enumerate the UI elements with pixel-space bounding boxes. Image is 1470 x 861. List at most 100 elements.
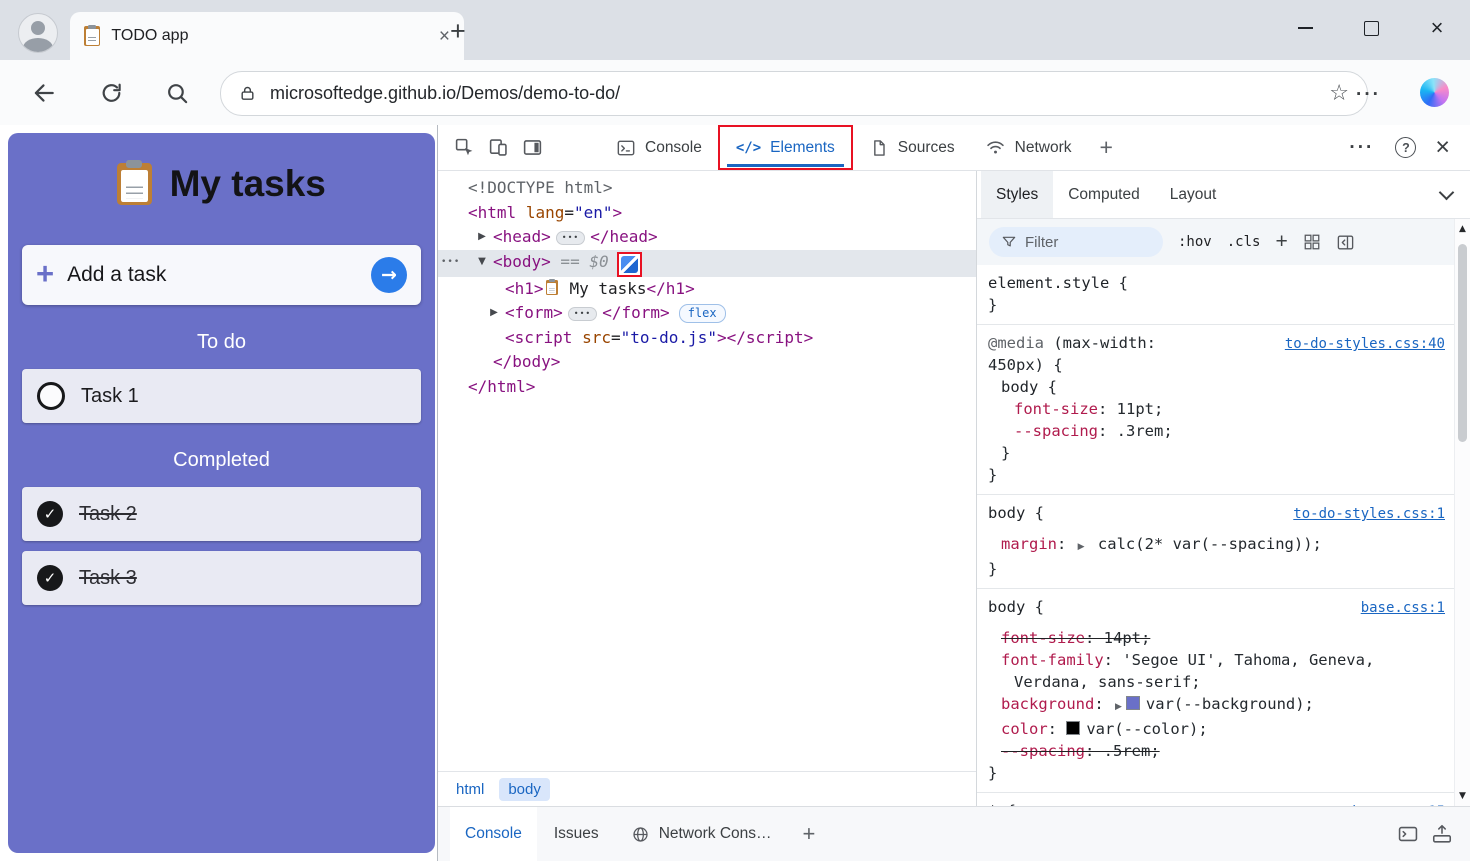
back-button[interactable] <box>30 79 58 107</box>
css-declaration-line[interactable]: Verdana, sans-serif; <box>988 671 1443 693</box>
stylesheet-link[interactable]: base.css:1 <box>1361 597 1445 619</box>
css-declaration-line[interactable]: } <box>988 558 1443 580</box>
devtools-menu-icon[interactable]: ··· <box>1339 137 1384 159</box>
inspect-element-button[interactable] <box>448 132 480 164</box>
css-declaration-line[interactable]: body { <box>988 376 1443 398</box>
grid-overlay-icon[interactable] <box>1303 233 1321 251</box>
minimize-button[interactable] <box>1272 0 1338 56</box>
flex-badge[interactable]: flex <box>679 304 726 323</box>
sidebar-toggle-icon[interactable] <box>1336 233 1355 252</box>
tab-sources[interactable]: Sources <box>855 125 969 170</box>
device-emulation-button[interactable] <box>482 132 514 164</box>
css-declaration-line[interactable]: 450px) { <box>988 354 1443 376</box>
css-declaration-line[interactable]: } <box>988 464 1443 486</box>
disclosure-down-icon[interactable]: ▼ <box>474 250 490 275</box>
drawer-tab-issues[interactable]: Issues <box>539 807 614 861</box>
console-tool-button[interactable] <box>1392 818 1424 850</box>
close-window-button[interactable]: × <box>1404 0 1470 56</box>
search-button[interactable] <box>163 79 191 107</box>
tab-elements[interactable]: </> Elements <box>718 125 853 170</box>
inline-expand-icon[interactable]: ••• <box>568 307 597 321</box>
drawer-tab-network-console[interactable]: Network Cons… <box>616 807 787 861</box>
drawer-tab-console[interactable]: Console <box>450 807 537 861</box>
breadcrumb-html[interactable]: html <box>447 778 493 801</box>
new-style-rule-button[interactable]: + <box>1275 230 1287 254</box>
browser-menu-icon[interactable]: ··· <box>1356 84 1381 106</box>
class-toggle-button[interactable]: .cls <box>1227 234 1261 250</box>
inline-expand-icon[interactable]: ••• <box>556 231 585 245</box>
tab-computed[interactable]: Computed <box>1053 171 1155 218</box>
scroll-down-icon[interactable]: ▼ <box>1455 791 1470 801</box>
favorite-star-icon[interactable]: ☆ <box>1329 81 1349 106</box>
new-tab-button[interactable]: + <box>450 16 466 47</box>
checked-circle-icon[interactable]: ✓ <box>37 501 63 527</box>
dom-node-line[interactable]: </body> <box>438 350 976 375</box>
css-declaration-line[interactable]: } <box>988 762 1443 784</box>
styles-scrollbar[interactable]: ▲ ▼ <box>1454 219 1470 806</box>
css-declaration-line[interactable]: background: ▶var(--background); <box>988 693 1443 718</box>
color-swatch[interactable] <box>1126 696 1140 710</box>
dom-overlay-icon[interactable] <box>621 256 638 273</box>
expand-value-icon[interactable]: ▶ <box>1115 702 1122 712</box>
address-bar[interactable]: microsoftedge.github.io/Demos/demo-to-do… <box>220 71 1368 116</box>
tab-network[interactable]: Network <box>971 125 1086 170</box>
clipboard-icon <box>546 280 558 295</box>
expand-value-icon[interactable]: ▶ <box>1078 542 1085 552</box>
css-declaration-line[interactable]: --spacing: .5rem; <box>988 740 1443 762</box>
dom-node-line[interactable]: <!DOCTYPE html> <box>438 176 976 201</box>
css-declaration-line[interactable]: font-size: 11pt; <box>988 398 1443 420</box>
add-task-form[interactable]: + Add a task → <box>22 245 421 305</box>
task-row[interactable]: ✓Task 2 <box>22 487 421 541</box>
dock-side-button[interactable] <box>516 132 548 164</box>
css-declaration-line[interactable]: font-size: 14pt; <box>988 627 1443 649</box>
close-devtools-icon[interactable]: × <box>1427 133 1458 162</box>
url-text[interactable]: microsoftedge.github.io/Demos/demo-to-do… <box>270 83 1315 104</box>
hover-state-button[interactable]: :hov <box>1178 234 1212 250</box>
dom-node-line[interactable]: <html lang="en"> <box>438 201 976 226</box>
css-declaration-line[interactable]: margin: ▶ calc(2* var(--spacing)); <box>988 533 1443 558</box>
add-drawer-tool-button[interactable]: + <box>789 821 830 847</box>
disclosure-right-icon[interactable]: ▶ <box>474 225 490 250</box>
expand-drawer-button[interactable] <box>1426 818 1458 850</box>
breadcrumb-body[interactable]: body <box>499 778 550 801</box>
css-declaration-line[interactable]: --spacing: .3rem; <box>988 420 1443 442</box>
dom-node-line[interactable]: <script src="to-do.js"></script> <box>438 326 976 351</box>
task-row[interactable]: Task 1 <box>22 369 421 423</box>
node-menu-icon[interactable]: ••• <box>441 250 460 275</box>
maximize-button[interactable] <box>1338 0 1404 56</box>
checked-circle-icon[interactable]: ✓ <box>37 565 63 591</box>
dom-node-line[interactable]: ▶<head>•••</head> <box>438 225 976 250</box>
color-swatch[interactable] <box>1066 721 1080 735</box>
add-task-submit-button[interactable]: → <box>371 257 407 293</box>
tab-layout[interactable]: Layout <box>1155 171 1232 218</box>
css-declaration-line[interactable]: font-family: 'Segoe UI', Tahoma, Geneva, <box>988 649 1443 671</box>
stylesheet-link[interactable]: to-do-styles.css:40 <box>1285 333 1445 355</box>
refresh-button[interactable] <box>97 79 125 107</box>
css-declaration-line[interactable]: } <box>988 294 1443 316</box>
task-row[interactable]: ✓Task 3 <box>22 551 421 605</box>
css-declaration-line[interactable]: color: var(--color); <box>988 718 1443 740</box>
dom-node-line[interactable]: <h1> My tasks</h1> <box>438 277 976 302</box>
styles-filter-input[interactable]: Filter <box>989 227 1163 257</box>
tab-close-icon[interactable]: × <box>439 27 450 46</box>
add-tool-button[interactable]: + <box>1088 134 1125 161</box>
browser-tab[interactable]: TODO app × <box>70 12 464 60</box>
help-icon[interactable]: ? <box>1395 137 1416 158</box>
css-declaration-line[interactable]: element.style { <box>988 272 1443 294</box>
copilot-icon[interactable] <box>1420 78 1449 107</box>
scrollbar-thumb[interactable] <box>1458 244 1467 442</box>
dom-node-line[interactable]: </html> <box>438 375 976 400</box>
stylesheet-link[interactable]: to-do-styles.css:1 <box>1293 503 1445 525</box>
stylesheet-link[interactable]: base.css:15 <box>1352 801 1445 806</box>
add-task-input[interactable]: Add a task <box>67 263 358 287</box>
dom-node-line[interactable]: •••▼<body> == $0 <box>438 250 976 277</box>
dom-node-line[interactable]: ▶<form>•••</form>flex <box>438 301 976 326</box>
scroll-up-icon[interactable]: ▲ <box>1455 224 1470 234</box>
tab-console[interactable]: Console <box>602 125 716 170</box>
css-declaration-line[interactable]: } <box>988 442 1443 464</box>
tab-styles[interactable]: Styles <box>981 171 1053 218</box>
unchecked-circle-icon[interactable] <box>37 382 65 410</box>
disclosure-right-icon[interactable]: ▶ <box>486 301 502 326</box>
chevron-down-icon[interactable] <box>1439 185 1455 201</box>
profile-avatar[interactable] <box>18 13 58 53</box>
